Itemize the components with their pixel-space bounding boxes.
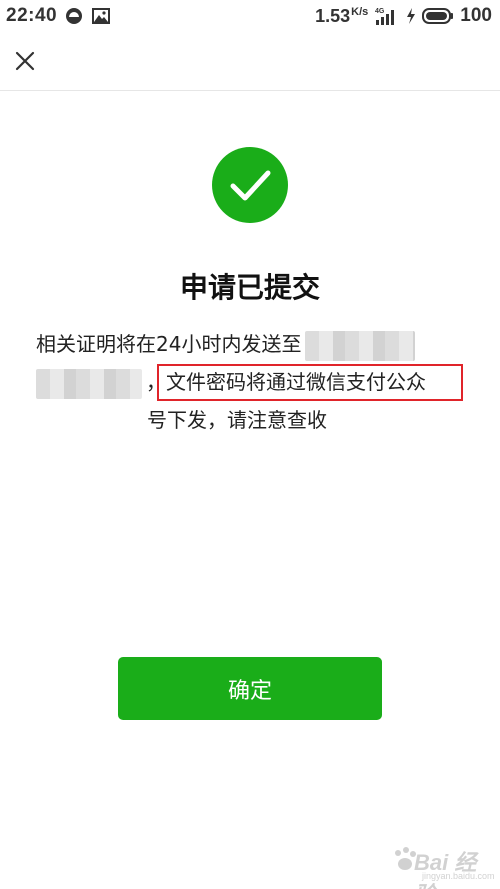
message-line-1-text: 相关证明将在24小时内发送至 (36, 332, 302, 356)
page-title: 申请已提交 (179, 271, 320, 304)
charging-icon (406, 7, 416, 25)
status-bar: 22:40 1.53K/s 4G 100 (0, 0, 500, 32)
watermark-brand: Bai 经验 (414, 850, 477, 889)
network-speed: 1.53K/s (315, 5, 369, 26)
message-line-3: 号下发，请注意查收 (147, 408, 327, 432)
app-notification-icon (65, 7, 83, 25)
checkmark-icon (230, 170, 271, 201)
network-type-label: 4G (375, 8, 385, 15)
redacted-contact (305, 330, 416, 361)
watermark-url: jingyan.baidu.com (422, 871, 495, 881)
battery-icon (422, 7, 454, 25)
battery-percent: 100 (460, 5, 492, 26)
success-badge (212, 147, 288, 223)
nav-bar (0, 32, 500, 91)
status-right: 1.53K/s 4G 100 (315, 5, 500, 27)
status-left: 22:40 (0, 5, 111, 27)
watermark: Bai 经验 jingyan.baidu.com (392, 841, 495, 889)
screen: 22:40 1.53K/s 4G 100 申请已提交 相关证明将在24小时内发送… (0, 0, 500, 889)
annotation-highlight-box (157, 364, 463, 401)
image-icon (91, 7, 111, 25)
close-button[interactable] (10, 46, 40, 76)
close-icon (15, 51, 35, 71)
confirm-button[interactable]: 确定 (118, 657, 382, 720)
message-line-1: 相关证明将在24小时内发送至 (36, 326, 416, 362)
redacted-contact-continued (36, 368, 142, 399)
signal-icon: 4G (374, 6, 400, 26)
status-time: 22:40 (6, 5, 58, 26)
